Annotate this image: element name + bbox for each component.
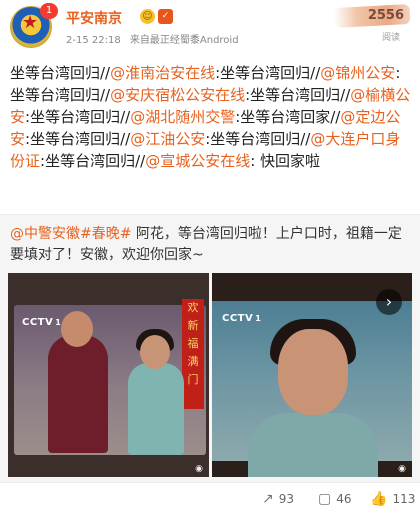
repost-button[interactable]: ↗ 93: [262, 492, 294, 506]
repost-topic[interactable]: #春晚#: [80, 226, 131, 242]
mention-link[interactable]: @安庆宿松公安在线: [110, 86, 245, 104]
read-count: 2556: [367, 8, 404, 23]
emblem-star-icon: ★: [22, 12, 39, 33]
thumbs-up-icon: 👍: [370, 491, 388, 507]
post-meta: 2-15 22:18 来自最正经蜀黍Android: [66, 31, 239, 46]
man-figure: [48, 335, 108, 453]
post-text-segment: :坐等台湾回归//: [25, 130, 131, 148]
banner-char: 福: [187, 337, 199, 350]
post-image-2[interactable]: CCTV 1 › ◉: [212, 273, 412, 477]
like-button[interactable]: 👍 113: [370, 492, 415, 506]
repost-mention[interactable]: @中警安徽: [10, 226, 80, 242]
repost-icon: ↗: [262, 491, 274, 507]
woman-face: [278, 329, 348, 415]
man-head: [61, 311, 93, 347]
tv-logo: CCTV 1: [22, 317, 62, 328]
post-text: 坐等台湾回归//@淮南治安在线:坐等台湾回归//@锦州公安:坐等台湾回归//@安…: [10, 62, 412, 172]
action-bar: ↗ 93 ▢ 46 👍 113: [0, 482, 420, 516]
read-counter: 2556 阅读: [330, 4, 411, 48]
tv-logo: CCTV 1: [222, 313, 262, 324]
festive-banner: 欢新福满门: [182, 299, 204, 409]
mention-link[interactable]: @江油公安: [130, 130, 205, 148]
smile-icon: ☺: [140, 9, 155, 24]
comment-icon: ▢: [318, 491, 332, 507]
like-count: 113: [392, 492, 416, 506]
repost-text: @中警安徽#春晚# 阿花，等台湾回归啦！上户口时，祖籍一定要填对了！安徽，欢迎你…: [10, 224, 412, 266]
post-source: 来自最正经蜀黍Android: [129, 35, 239, 46]
watermark-icon: ◉: [398, 464, 406, 474]
post-text-segment: 坐等台湾回归//: [10, 64, 111, 82]
mention-link[interactable]: @锦州公安: [320, 64, 395, 82]
post-time: 2-15 22:18: [66, 35, 121, 46]
mention-link[interactable]: @湖北随州交警: [130, 108, 235, 126]
post-text-segment: :坐等台湾回家//: [235, 108, 341, 126]
post-text-segment: : 快回家啦: [250, 152, 321, 170]
post-text-segment: :坐等台湾回归//: [245, 86, 351, 104]
woman-head: [140, 335, 170, 369]
post-image-1[interactable]: CCTV 1 欢新福满门 ◉: [8, 273, 209, 477]
woman-body: [248, 413, 378, 477]
author-name[interactable]: 平安南京: [66, 8, 122, 28]
banner-char: 门: [187, 373, 199, 386]
post-text-segment: :坐等台湾回归//: [205, 130, 311, 148]
repost-count: 93: [278, 492, 295, 506]
comment-count: 46: [336, 492, 352, 506]
banner-char: 欢: [187, 301, 199, 314]
notification-badge: 1: [40, 3, 58, 19]
read-label: 阅读: [381, 33, 400, 43]
next-image-button[interactable]: ›: [376, 289, 402, 315]
mention-link[interactable]: @宣城公安在线: [145, 152, 250, 170]
comment-button[interactable]: ▢ 46: [318, 492, 352, 506]
watermark-icon: ◉: [195, 464, 203, 474]
banner-char: 满: [187, 355, 199, 368]
verified-icon: ✓: [158, 9, 173, 24]
divider: [0, 214, 420, 215]
post-text-segment: :坐等台湾回归//: [215, 64, 321, 82]
banner-char: 新: [187, 319, 199, 332]
post-header: ★ 1 平安南京 ☺ ✓ 2-15 22:18 来自最正经蜀黍Android 2…: [0, 0, 420, 54]
woman-figure: [128, 363, 184, 455]
mention-link[interactable]: @淮南治安在线: [110, 64, 215, 82]
author-badges: ☺ ✓: [140, 9, 173, 24]
post-text-segment: :坐等台湾回归//: [40, 152, 146, 170]
post-text-segment: :坐等台湾回归//: [25, 108, 131, 126]
